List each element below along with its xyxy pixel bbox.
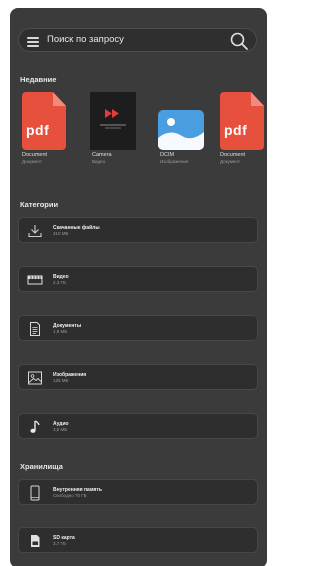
recent-item-name: Camera [92, 152, 112, 158]
categories-section-title: Категории [20, 200, 59, 209]
storage-row-internal[interactable]: Внутренняя память Свободно 70 ГБ [18, 479, 258, 505]
storage-free: Свободно 70 ГБ [53, 493, 87, 498]
music-icon [30, 420, 40, 433]
image-icon [28, 371, 42, 385]
search-icon[interactable] [229, 31, 249, 51]
recent-item-type: Документ [22, 159, 42, 164]
pdf-badge: pdf [26, 122, 50, 138]
search-bar[interactable]: Поиск по запросу [18, 28, 257, 52]
recent-section-title: Недавние [20, 75, 57, 84]
category-size: 2,3 ГБ [53, 280, 66, 285]
storage-size: 3,7 ГБ [53, 541, 66, 546]
recent-item[interactable]: pdf Document Документ [20, 92, 76, 164]
recent-item[interactable]: Camera Видео [90, 92, 146, 164]
category-row-video[interactable]: Видео 2,3 ГБ [18, 266, 258, 292]
picture-icon [158, 118, 204, 150]
pdf-badge: pdf [224, 122, 248, 138]
download-icon [28, 225, 42, 238]
category-size: 310 МБ [53, 231, 69, 236]
category-row-audio[interactable]: Аудио 3,5 МБ [18, 413, 258, 439]
recent-item-name: Document [220, 152, 246, 158]
recent-item-type: Изображение [160, 159, 189, 164]
menu-icon[interactable] [27, 36, 39, 47]
video-icon [27, 275, 43, 285]
video-thumbnail [90, 92, 136, 150]
fast-forward-icon [100, 109, 126, 129]
category-row-images[interactable]: Изображения 125 МБ [18, 364, 258, 390]
recent-item[interactable]: DCIM Изображение [158, 92, 214, 164]
category-size: 1,8 МБ [53, 329, 68, 334]
recent-item-type: Документ [220, 159, 240, 164]
category-row-documents[interactable]: Документы 1,8 МБ [18, 315, 258, 341]
pdf-thumbnail: pdf [218, 92, 264, 150]
file-manager-screen: Поиск по запросу Недавние pdf Document Д… [10, 8, 267, 566]
document-icon [30, 322, 40, 336]
sd-card-icon [31, 535, 40, 547]
phone-icon [30, 485, 40, 501]
pdf-thumbnail: pdf [20, 92, 66, 150]
recent-item[interactable]: pdf Document Документ [218, 92, 267, 164]
recent-item-name: DCIM [160, 152, 175, 158]
recent-item-type: Видео [92, 159, 106, 164]
category-size: 125 МБ [53, 378, 69, 383]
image-thumbnail [158, 92, 204, 150]
category-size: 3,5 МБ [53, 427, 68, 432]
storage-section-title: Хранилища [20, 462, 63, 471]
storage-row-sd-card[interactable]: SD карта 3,7 ГБ [18, 527, 258, 553]
search-input[interactable]: Поиск по запросу [47, 34, 124, 45]
recent-item-name: Document [22, 152, 48, 158]
category-row-downloads[interactable]: Скачанные файлы 310 МБ [18, 217, 258, 243]
